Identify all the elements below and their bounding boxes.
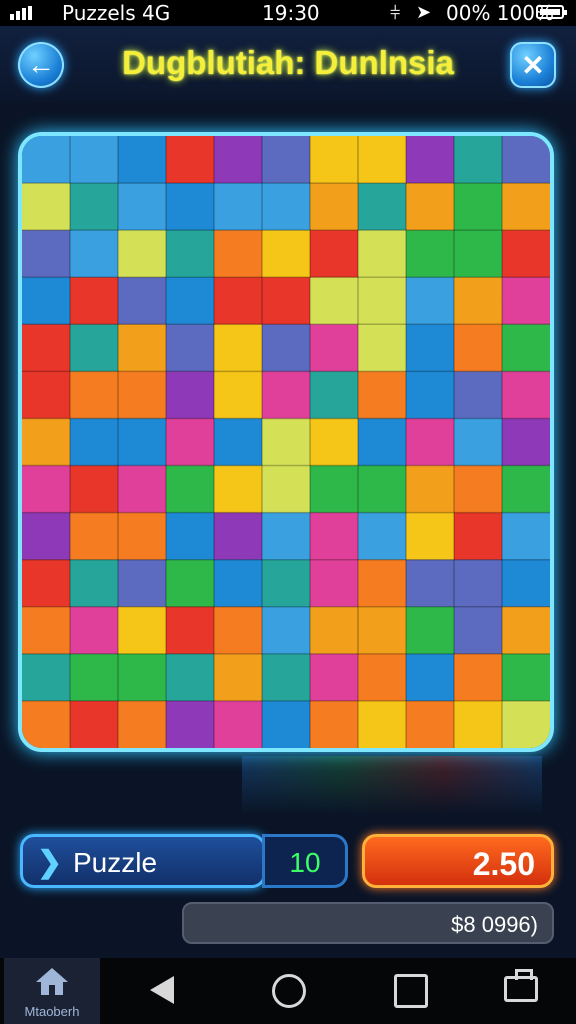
- puzzle-piece[interactable]: [118, 136, 167, 184]
- puzzle-piece[interactable]: [118, 512, 167, 561]
- puzzle-piece[interactable]: [214, 277, 263, 325]
- briefcase-icon[interactable]: [504, 969, 538, 1002]
- puzzle-piece[interactable]: [502, 465, 550, 514]
- puzzle-piece[interactable]: [454, 465, 503, 514]
- puzzle-piece[interactable]: [310, 653, 359, 702]
- puzzle-piece[interactable]: [22, 230, 71, 278]
- puzzle-piece[interactable]: [502, 324, 550, 372]
- puzzle-piece[interactable]: [166, 371, 215, 419]
- puzzle-piece[interactable]: [70, 512, 119, 561]
- puzzle-piece[interactable]: [70, 606, 119, 655]
- coin-text: $8 0996): [451, 912, 538, 937]
- puzzle-piece[interactable]: [166, 653, 215, 702]
- carrier-label: Puzzels 4G: [62, 1, 171, 25]
- back-button[interactable]: ←: [18, 42, 64, 88]
- puzzle-piece[interactable]: [262, 653, 311, 702]
- close-icon: ✕: [521, 49, 545, 81]
- puzzle-piece[interactable]: [358, 418, 407, 467]
- puzzle-piece[interactable]: [454, 559, 503, 608]
- puzzle-piece[interactable]: [502, 136, 550, 184]
- puzzle-piece[interactable]: [70, 700, 119, 748]
- puzzle-piece[interactable]: [406, 606, 455, 655]
- nav-home-button[interactable]: Mtaoberh: [4, 958, 100, 1024]
- piece-count: 10: [262, 834, 348, 888]
- puzzle-board[interactable]: [18, 132, 554, 752]
- puzzle-piece[interactable]: [406, 183, 455, 231]
- puzzle-piece[interactable]: [214, 559, 263, 608]
- puzzle-piece[interactable]: [166, 465, 215, 514]
- puzzle-piece[interactable]: [358, 465, 407, 514]
- puzzle-piece[interactable]: [70, 418, 119, 467]
- puzzle-piece[interactable]: [22, 606, 71, 655]
- puzzle-piece[interactable]: [262, 606, 311, 655]
- puzzle-piece[interactable]: [358, 183, 407, 231]
- arrow-left-icon: ←: [27, 49, 55, 80]
- puzzle-piece[interactable]: [406, 371, 455, 419]
- puzzle-piece[interactable]: [454, 653, 503, 702]
- puzzle-piece[interactable]: [406, 136, 455, 184]
- price-button[interactable]: 2.50: [362, 834, 554, 888]
- puzzle-piece[interactable]: [118, 559, 167, 608]
- puzzle-piece[interactable]: [310, 700, 359, 748]
- puzzle-piece[interactable]: [310, 418, 359, 467]
- puzzle-piece[interactable]: [70, 653, 119, 702]
- puzzle-piece[interactable]: [310, 183, 359, 231]
- puzzle-piece[interactable]: [70, 324, 119, 372]
- status-bar: Puzzels 4G 19:30 ⫩ ➤ 00% 100%: [0, 0, 576, 26]
- location-icon: ➤: [416, 2, 432, 23]
- chevron-right-icon: ❯: [37, 846, 63, 879]
- puzzle-piece[interactable]: [502, 371, 550, 419]
- puzzle-piece[interactable]: [406, 700, 455, 748]
- puzzle-piece[interactable]: [118, 465, 167, 514]
- puzzle-piece[interactable]: [502, 606, 550, 655]
- wifi-icon: ⫩: [390, 3, 401, 24]
- puzzle-label: Puzzle: [73, 847, 158, 878]
- puzzle-piece[interactable]: [118, 183, 167, 231]
- puzzle-piece[interactable]: [262, 700, 311, 748]
- puzzle-piece[interactable]: [502, 700, 550, 748]
- puzzle-piece[interactable]: [454, 418, 503, 467]
- nav-back-icon[interactable]: [150, 976, 174, 1004]
- header: ← Dugblutiah: Dunlnsia ✕: [0, 26, 576, 102]
- puzzle-piece[interactable]: [22, 418, 71, 467]
- puzzle-piece[interactable]: [118, 418, 167, 467]
- puzzle-piece[interactable]: [454, 700, 503, 748]
- puzzle-piece[interactable]: [502, 183, 550, 231]
- coin-balance: $8 0996): [182, 902, 554, 944]
- puzzle-pieces[interactable]: [22, 136, 550, 748]
- puzzle-piece[interactable]: [214, 512, 263, 561]
- home-label: Mtaoberh: [24, 1004, 80, 1019]
- puzzle-piece[interactable]: [262, 183, 311, 231]
- puzzle-piece[interactable]: [358, 606, 407, 655]
- puzzle-piece[interactable]: [118, 277, 167, 325]
- puzzle-button[interactable]: ❯ Puzzle: [20, 834, 266, 888]
- nav-bar: Mtaoberh: [0, 958, 576, 1024]
- nav-recents-icon[interactable]: [394, 974, 428, 1008]
- puzzle-piece[interactable]: [166, 700, 215, 748]
- puzzle-piece[interactable]: [214, 465, 263, 514]
- price-value: 2.50: [472, 846, 535, 882]
- board-reflection: [242, 756, 542, 816]
- close-button[interactable]: ✕: [510, 42, 556, 88]
- puzzle-piece[interactable]: [262, 371, 311, 419]
- puzzle-piece[interactable]: [262, 559, 311, 608]
- nav-home-circle-icon[interactable]: [272, 974, 306, 1008]
- puzzle-piece[interactable]: [406, 653, 455, 702]
- puzzle-piece[interactable]: [214, 230, 263, 278]
- puzzle-piece[interactable]: [310, 230, 359, 278]
- count-value: 10: [289, 847, 321, 878]
- puzzle-piece[interactable]: [214, 700, 263, 748]
- puzzle-piece[interactable]: [166, 559, 215, 608]
- puzzle-piece[interactable]: [118, 371, 167, 419]
- home-icon: [36, 968, 68, 995]
- clock: 19:30: [262, 1, 320, 25]
- puzzle-piece[interactable]: [166, 606, 215, 655]
- battery-icon: [536, 5, 567, 19]
- puzzle-piece[interactable]: [454, 277, 503, 325]
- signal-icon: [10, 6, 32, 20]
- page-title: Dugblutiah: Dunlnsia: [122, 44, 454, 81]
- puzzle-piece[interactable]: [118, 653, 167, 702]
